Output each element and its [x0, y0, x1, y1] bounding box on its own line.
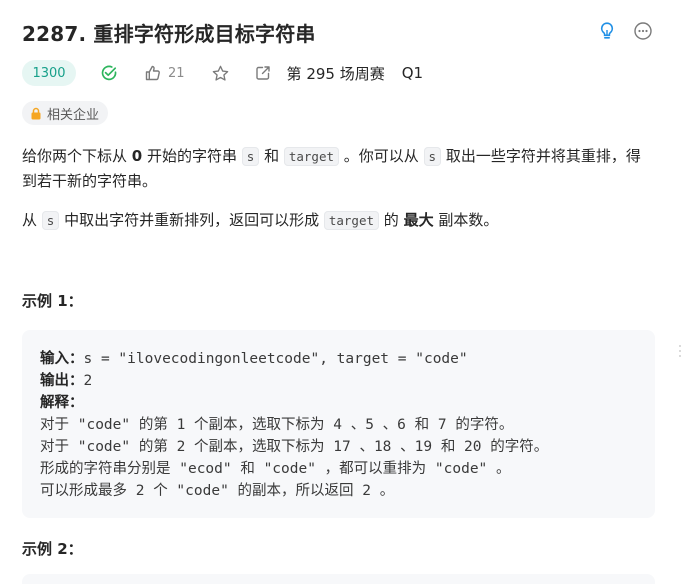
- desc-text: 中取出字符并重新排列，返回可以形成: [59, 211, 324, 229]
- input-value: s = "ilovecodingonleetcode", target = "c…: [83, 351, 468, 367]
- explain-line: 可以形成最多 2 个 "code" 的副本，所以返回 2 。: [40, 483, 395, 499]
- desc-text: 从: [22, 211, 42, 229]
- problem-title: 2287. 重排字符形成目标字符串: [22, 22, 316, 46]
- desc-text: 副本数。: [433, 211, 499, 229]
- difficulty-badge: 1300: [22, 60, 76, 86]
- share-icon[interactable]: [254, 64, 272, 82]
- inline-code-s: s: [241, 147, 260, 166]
- desc-bold-max: 最大: [403, 211, 434, 229]
- description-paragraph-2: 从 s 中取出字符并重新排列，返回可以形成 target 的 最大 副本数。: [22, 208, 652, 233]
- desc-text: 开始的字符串: [142, 147, 242, 165]
- output-value: 2: [83, 373, 93, 389]
- desc-text: 到若干新的字符串。: [22, 172, 158, 190]
- drag-handle-icon[interactable]: [678, 344, 682, 358]
- explain-line: 形成的字符串分别是 "ecod" 和 "code" ，都可以重排为 "code"…: [40, 461, 511, 477]
- contest-link[interactable]: 第 295 场周赛: [287, 63, 385, 84]
- description-paragraph-1: 给你两个下标从 0 开始的字符串 s 和 target 。你可以从 s 取出一些…: [22, 144, 652, 193]
- inline-code-s: s: [41, 211, 60, 230]
- explain-label: 解释：: [40, 395, 84, 411]
- input-label: 输入：: [40, 351, 84, 367]
- explain-line: 对于 "code" 的第 1 个副本，选取下标为 4 、5 、6 和 7 的字符…: [40, 417, 514, 433]
- explain-line: 对于 "code" 的第 2 个副本，选取下标为 17 、18 、19 和 20…: [40, 439, 549, 455]
- favorite-star-icon[interactable]: [211, 64, 230, 83]
- example-1-block: 输入：s = "ilovecodingonleetcode", target =…: [22, 330, 655, 518]
- desc-text: 给你两个下标从: [22, 147, 132, 165]
- desc-bold-zero: 0: [131, 147, 143, 165]
- hint-bulb-icon[interactable]: [596, 20, 618, 42]
- solved-check-icon: [100, 64, 118, 82]
- desc-text: 取出一些字符并将其重排，得: [441, 147, 641, 165]
- inline-code-target: target: [283, 147, 339, 166]
- desc-text: 。你可以从: [339, 147, 424, 165]
- desc-text: 的: [379, 211, 404, 229]
- problem-meta-bar: 1300 21 第 295 场周赛 Q1: [22, 60, 423, 86]
- example-1-title: 示例 1：: [22, 292, 83, 310]
- company-tag-label: 相关企业: [47, 107, 100, 123]
- thumbs-up-icon: [145, 65, 160, 81]
- desc-text: 和: [259, 147, 284, 165]
- inline-code-s: s: [423, 147, 442, 166]
- example-2-title: 示例 2：: [22, 540, 83, 558]
- lock-icon: [31, 107, 41, 119]
- inline-code-target: target: [323, 211, 380, 230]
- more-options-icon[interactable]: [632, 20, 654, 42]
- output-label: 输出：: [40, 373, 84, 389]
- like-button[interactable]: 21: [144, 64, 185, 82]
- example-2-block: [22, 574, 655, 584]
- company-tag[interactable]: 相关企业: [22, 101, 109, 125]
- contest-question: Q1: [401, 64, 424, 82]
- like-count: 21: [168, 65, 185, 81]
- title-actions: [596, 20, 654, 42]
- problem-page: 2287. 重排字符形成目标字符串 1300 21 第 295 场周赛 Q1 相…: [0, 0, 683, 584]
